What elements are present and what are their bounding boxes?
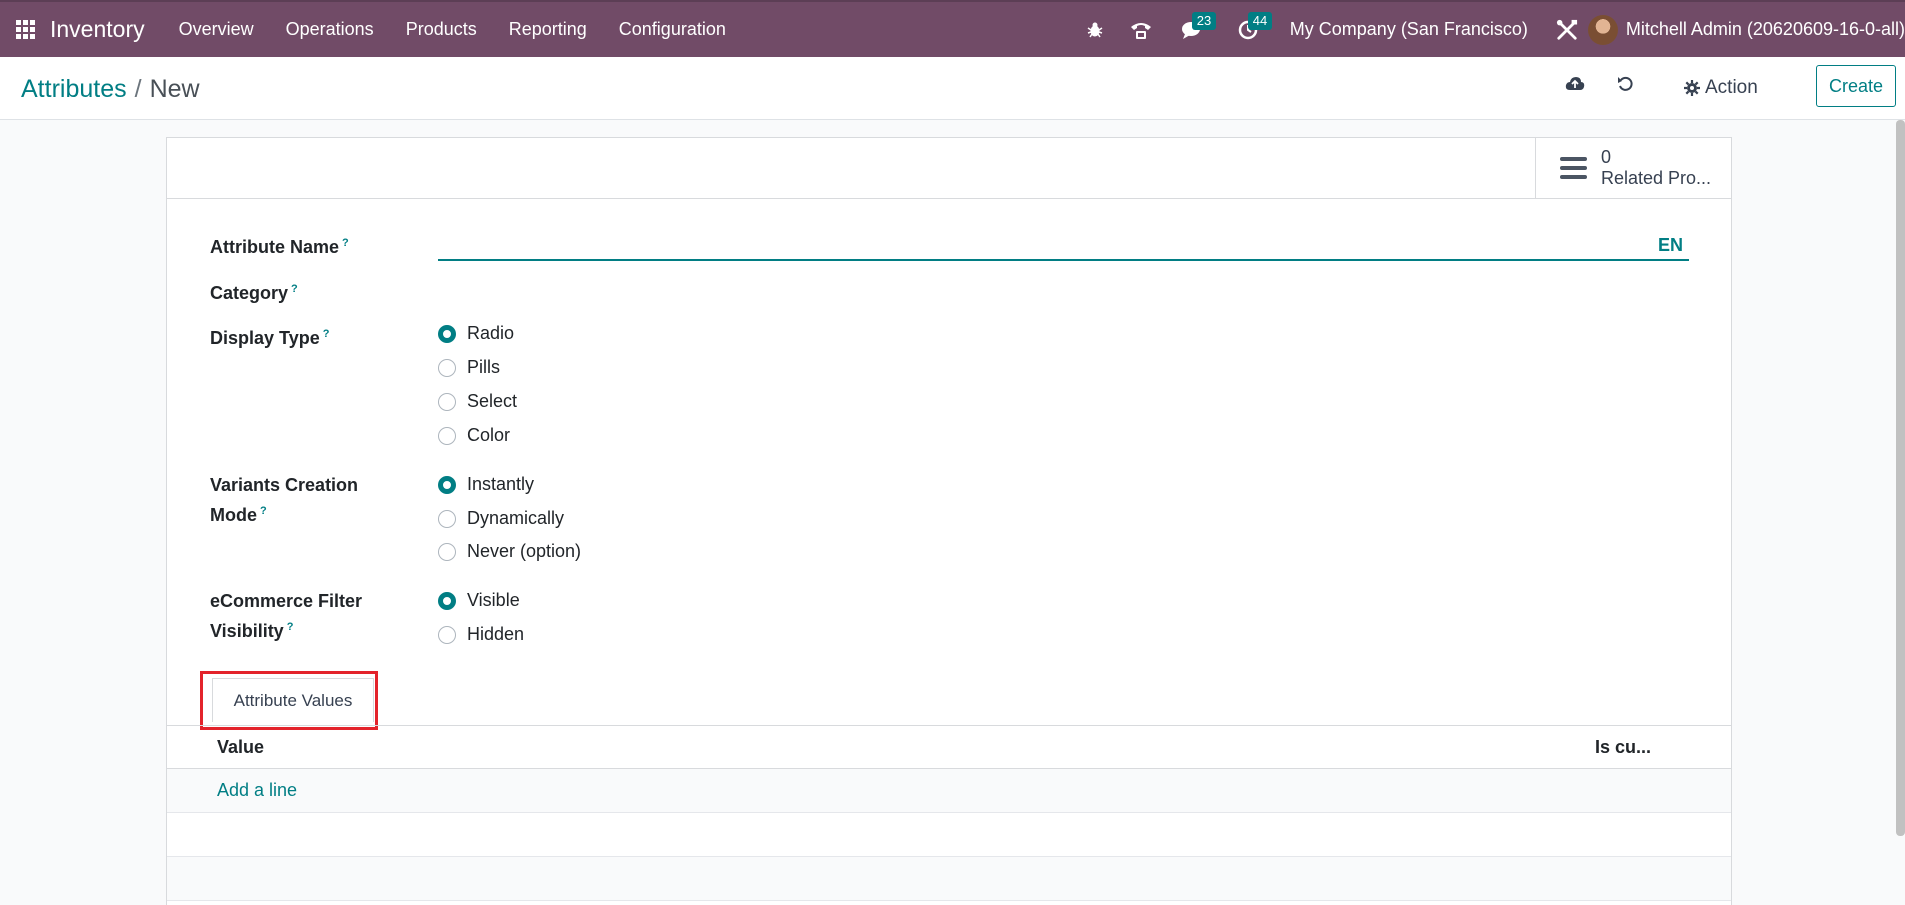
ecommerce-filter-visibility-label: eCommerce Filter Visibility? bbox=[210, 591, 363, 641]
column-header-value[interactable]: Value bbox=[217, 737, 264, 758]
add-a-line-link[interactable]: Add a line bbox=[217, 780, 297, 801]
menu-products[interactable]: Products bbox=[390, 19, 493, 40]
user-menu[interactable]: Mitchell Admin (20620609-16-0-all) bbox=[1626, 19, 1905, 40]
apps-menu-icon[interactable] bbox=[0, 2, 50, 57]
radio-unchecked-icon bbox=[438, 625, 456, 644]
gear-icon bbox=[1684, 80, 1700, 96]
user-avatar[interactable] bbox=[1587, 14, 1618, 45]
form-sheet: 0 Related Pro... Attribute Name? EN Cate… bbox=[166, 137, 1732, 905]
variants-radio-never[interactable]: Never (option) bbox=[438, 541, 581, 562]
phone-icon[interactable] bbox=[1118, 2, 1164, 57]
debug-bug-icon[interactable] bbox=[1072, 2, 1118, 57]
related-products-smart-button[interactable]: 0 Related Pro... bbox=[1535, 138, 1731, 198]
breadcrumb-attributes-link[interactable]: Attributes bbox=[21, 75, 127, 103]
ecommerce-radio-hidden[interactable]: Hidden bbox=[438, 624, 524, 645]
radio-unchecked-icon bbox=[438, 392, 456, 411]
display-type-radio-select[interactable]: Select bbox=[438, 391, 517, 412]
related-products-label: Related Pro... bbox=[1601, 168, 1712, 188]
menu-overview[interactable]: Overview bbox=[163, 19, 270, 40]
list-row-add: Add a line bbox=[167, 769, 1731, 813]
attribute-name-input[interactable]: EN bbox=[438, 229, 1689, 261]
radio-checked-icon bbox=[438, 324, 456, 343]
messages-icon[interactable]: 23 bbox=[1164, 2, 1220, 57]
category-field[interactable] bbox=[438, 272, 1689, 304]
language-toggle[interactable]: EN bbox=[1658, 235, 1683, 256]
breadcrumb-separator: / bbox=[134, 75, 142, 103]
breadcrumb-current: New bbox=[149, 75, 200, 103]
radio-checked-icon bbox=[438, 591, 456, 610]
smart-button-box: 0 Related Pro... bbox=[167, 138, 1731, 199]
display-type-radio-radio[interactable]: Radio bbox=[438, 323, 514, 344]
menu-reporting[interactable]: Reporting bbox=[493, 19, 603, 40]
app-name[interactable]: Inventory bbox=[50, 16, 145, 43]
display-type-radio-color[interactable]: Color bbox=[438, 425, 510, 446]
discard-undo-icon[interactable] bbox=[1617, 75, 1635, 98]
action-label: Action bbox=[1705, 77, 1758, 98]
help-tooltip-icon[interactable]: ? bbox=[287, 621, 294, 633]
display-type-radio-pills[interactable]: Pills bbox=[438, 357, 500, 378]
radio-unchecked-icon bbox=[438, 542, 456, 561]
menu-configuration[interactable]: Configuration bbox=[603, 19, 742, 40]
help-tooltip-icon[interactable]: ? bbox=[342, 237, 349, 249]
page-scrollbar[interactable] bbox=[1896, 120, 1905, 836]
related-products-count: 0 bbox=[1601, 147, 1612, 167]
column-header-is-custom[interactable]: Is cu... bbox=[1595, 737, 1651, 758]
help-tooltip-icon[interactable]: ? bbox=[260, 505, 267, 517]
breadcrumb: Attributes / New bbox=[21, 75, 200, 104]
radio-checked-icon bbox=[438, 475, 456, 494]
attribute-name-label: Attribute Name? bbox=[210, 237, 349, 257]
list-bars-icon bbox=[1560, 157, 1587, 179]
list-row-empty bbox=[167, 813, 1731, 857]
top-navbar: Inventory Overview Operations Products R… bbox=[0, 0, 1905, 57]
systray: 23 44 My Company (San Francisco) Mitchel… bbox=[1072, 2, 1905, 57]
action-button[interactable]: Action bbox=[1684, 77, 1758, 99]
tools-icon[interactable] bbox=[1556, 2, 1578, 57]
main-menu: Overview Operations Products Reporting C… bbox=[163, 19, 742, 40]
create-button[interactable]: Create bbox=[1816, 65, 1896, 107]
save-cloud-upload-icon[interactable] bbox=[1565, 75, 1585, 98]
list-row-empty bbox=[167, 857, 1731, 901]
help-tooltip-icon[interactable]: ? bbox=[323, 328, 330, 340]
variants-creation-mode-label: Variants Creation Mode? bbox=[210, 475, 359, 525]
radio-unchecked-icon bbox=[438, 509, 456, 528]
company-switcher[interactable]: My Company (San Francisco) bbox=[1290, 19, 1528, 40]
variants-radio-dynamically[interactable]: Dynamically bbox=[438, 508, 564, 529]
variants-radio-instantly[interactable]: Instantly bbox=[438, 474, 534, 495]
help-tooltip-icon[interactable]: ? bbox=[291, 283, 298, 295]
highlight-annotation-box bbox=[200, 671, 378, 730]
category-label: Category? bbox=[210, 283, 298, 303]
ecommerce-radio-visible[interactable]: Visible bbox=[438, 590, 520, 611]
activities-clock-icon[interactable]: 44 bbox=[1220, 2, 1276, 57]
messages-count-badge: 23 bbox=[1191, 12, 1217, 30]
list-header: Value Is cu... bbox=[167, 725, 1731, 769]
menu-operations[interactable]: Operations bbox=[270, 19, 390, 40]
display-type-label: Display Type? bbox=[210, 328, 330, 348]
radio-unchecked-icon bbox=[438, 426, 456, 445]
activities-count-badge: 44 bbox=[1247, 12, 1273, 30]
control-panel: Attributes / New Action Create bbox=[0, 57, 1905, 120]
radio-unchecked-icon bbox=[438, 358, 456, 377]
